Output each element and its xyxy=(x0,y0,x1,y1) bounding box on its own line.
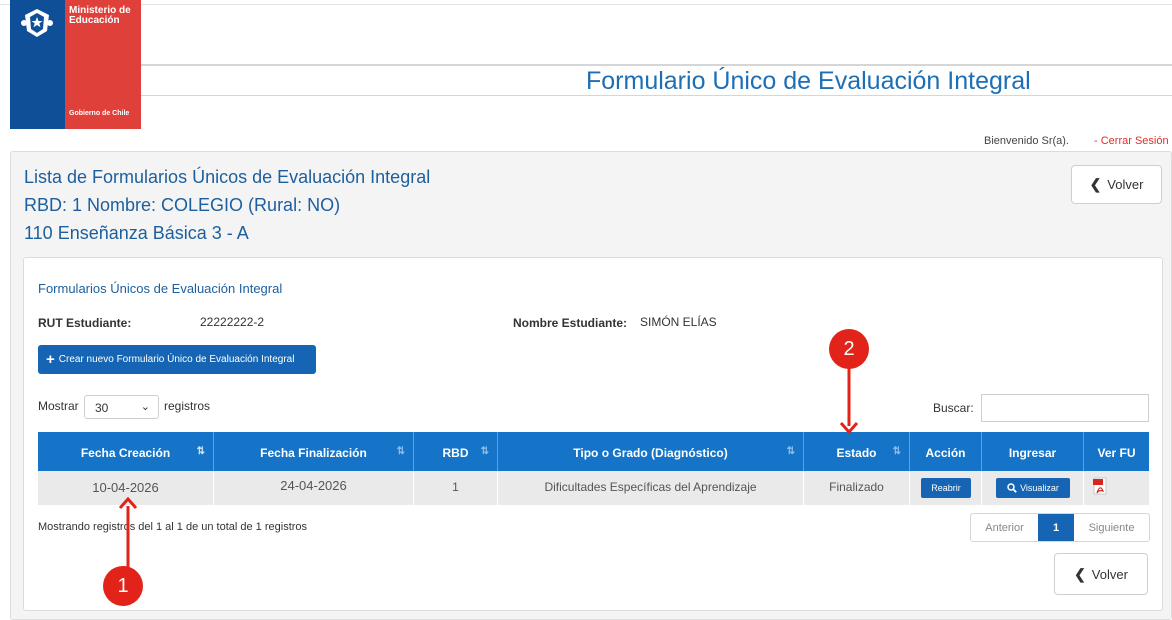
chevron-left-icon: ❮ xyxy=(1074,565,1086,582)
app-title: Formulario Único de Evaluación Integral xyxy=(586,67,1031,95)
annotation-arrow-2 xyxy=(839,368,859,434)
cell-tipo: Dificultades Específicas del Aprendizaje xyxy=(498,471,804,505)
top-divider xyxy=(0,4,1172,5)
reopen-button[interactable]: Reabrir xyxy=(921,478,971,498)
table-header: Fecha Creación ⇅ Fecha Finalización ⇅ RB… xyxy=(38,432,1149,471)
header-label: Ver FU xyxy=(1097,446,1136,460)
student-name-value: SIMÓN ELÍAS xyxy=(640,315,717,329)
page-title: Lista de Formularios Únicos de Evaluació… xyxy=(24,167,431,187)
chevron-left-icon: ❮ xyxy=(1089,176,1102,192)
annotation-badge-2: 2 xyxy=(829,329,869,369)
cell-rbd: 1 xyxy=(414,471,498,505)
sort-icon: ⇅ xyxy=(196,446,205,457)
col-accion: Acción xyxy=(910,432,982,471)
show-label: Mostrar xyxy=(38,399,79,413)
school-info: RBD: 1 Nombre: COLEGIO (Rural: NO) xyxy=(24,195,341,215)
header-label: Fecha Finalización xyxy=(260,446,367,460)
back-label: Volver xyxy=(1107,177,1144,192)
government-label: Gobierno de Chile xyxy=(69,110,130,117)
header-label: Estado xyxy=(836,446,877,460)
sort-icon: ⇅ xyxy=(892,446,901,457)
rut-label: RUT Estudiante: xyxy=(38,316,132,330)
header-divider xyxy=(141,64,1172,66)
col-ver-fu: Ver FU xyxy=(1084,432,1149,471)
welcome-text: Bienvenido Sr(a). xyxy=(984,135,1069,147)
header-label: Fecha Creación xyxy=(80,446,171,460)
cell-fecha-finalizacion: 24-04-2026 xyxy=(214,471,414,505)
records-info: Mostrando registros del 1 al 1 de un tot… xyxy=(38,521,308,533)
annotation-badge-1: 1 xyxy=(103,566,143,606)
col-estado[interactable]: Estado ⇅ xyxy=(804,432,910,471)
next-page-button[interactable]: Siguiente xyxy=(1074,514,1149,541)
reopen-label: Reabrir xyxy=(931,483,961,493)
records-label: registros xyxy=(164,399,211,413)
sort-icon: ⇅ xyxy=(480,446,489,457)
page-size-value: 30 xyxy=(95,401,109,415)
view-label: Visualizar xyxy=(1020,483,1059,493)
back-button-top[interactable]: ❮ Volver xyxy=(1071,165,1162,204)
student-name-label: Nombre Estudiante: xyxy=(513,316,628,330)
plus-icon: + xyxy=(46,351,55,368)
ministry-line-2: Educación xyxy=(69,15,120,26)
page-1-button[interactable]: 1 xyxy=(1038,514,1074,541)
header-label: RBD xyxy=(442,446,469,460)
cell-estado: Finalizado xyxy=(804,471,910,505)
pagination: Anterior 1 Siguiente xyxy=(970,513,1150,542)
ministry-logo: Ministerio de Educación Gobierno de Chil… xyxy=(10,0,141,129)
page: Ministerio de Educación Gobierno de Chil… xyxy=(0,0,1172,620)
view-button[interactable]: Visualizar xyxy=(996,478,1070,498)
header-divider-bottom xyxy=(141,95,1172,96)
prev-page-button[interactable]: Anterior xyxy=(971,514,1038,541)
header-label: Tipo o Grado (Diagnóstico) xyxy=(573,446,728,460)
pdf-icon[interactable] xyxy=(1092,477,1110,497)
sort-icon: ⇅ xyxy=(396,446,405,457)
search-label: Buscar: xyxy=(933,401,974,415)
chevron-down-icon: ⌄ xyxy=(140,401,150,413)
header-label: Ingresar xyxy=(1008,446,1057,460)
search-icon xyxy=(1007,483,1017,493)
search-input[interactable] xyxy=(981,394,1149,422)
create-form-button[interactable]: + Crear nuevo Formulario Único de Evalua… xyxy=(38,345,316,374)
header-label: Acción xyxy=(925,446,966,460)
col-tipo[interactable]: Tipo o Grado (Diagnóstico) ⇅ xyxy=(498,432,804,471)
chile-crest-icon xyxy=(21,9,53,37)
rut-value: 22222222-2 xyxy=(200,315,265,329)
col-rbd[interactable]: RBD ⇅ xyxy=(414,432,498,471)
table-row: 10-04-2026 24-04-2026 1 Dificultades Esp… xyxy=(38,471,1149,505)
ministry-name: Ministerio de Educación xyxy=(69,6,131,26)
back-label: Volver xyxy=(1091,566,1128,582)
course-info: 110 Enseñanza Básica 3 - A xyxy=(24,223,249,243)
page-size-select[interactable]: 30 ⌄ xyxy=(84,395,159,419)
annotation-arrow-1 xyxy=(118,496,138,568)
logout-link[interactable]: - Cerrar Sesión xyxy=(1094,135,1169,147)
back-button-bottom[interactable]: ❮ Volver xyxy=(1054,553,1148,595)
col-ingresar: Ingresar xyxy=(982,432,1084,471)
section-title: Formularios Únicos de Evaluación Integra… xyxy=(38,281,283,296)
col-fecha-creacion[interactable]: Fecha Creación ⇅ xyxy=(38,432,214,471)
create-form-label: Crear nuevo Formulario Único de Evaluaci… xyxy=(58,354,295,365)
col-fecha-finalizacion[interactable]: Fecha Finalización ⇅ xyxy=(214,432,414,471)
sort-icon: ⇅ xyxy=(786,446,795,457)
